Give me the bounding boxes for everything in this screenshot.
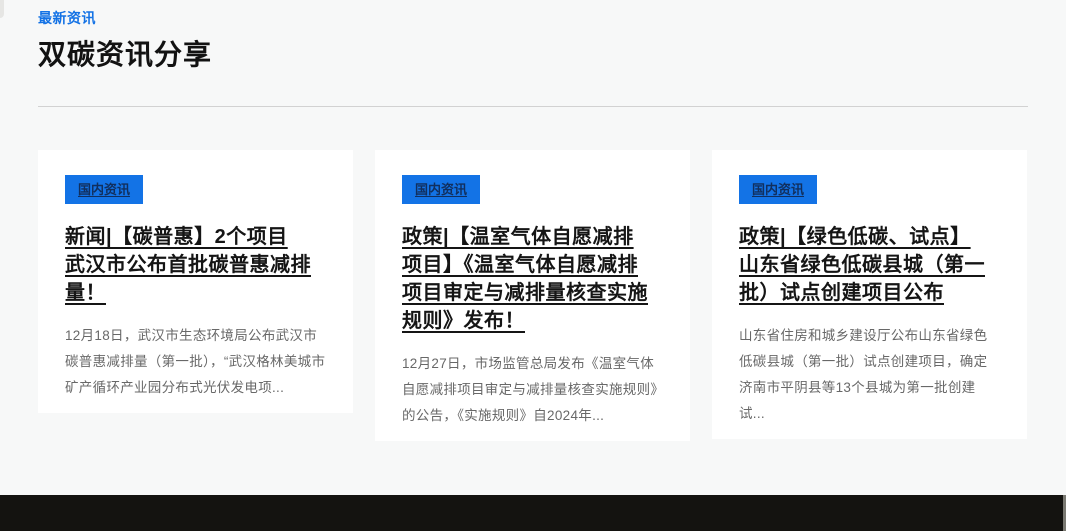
card-title-link[interactable]: 政策|【温室气体自愿减排 项目】《温室气体自愿减排 项目审定与减排量核查实施 规…: [402, 223, 663, 335]
footer-bar: [0, 495, 1066, 531]
card-excerpt: 12月27日，市场监管总局发布《温室气体自愿减排项目审定与减排量核查实施规则》的…: [402, 351, 663, 429]
card-excerpt: 12月18日，武汉市生态环境局公布武汉市碳普惠减排量（第一批），“武汉格林美城市…: [65, 323, 326, 401]
card-title-link[interactable]: 新闻|【碳普惠】2个项目 武汉市公布首批碳普惠减排 量！: [65, 223, 326, 307]
section-divider: [38, 106, 1028, 107]
card-category-badge[interactable]: 国内资讯: [65, 175, 143, 204]
news-card[interactable]: 国内资讯 政策|【绿色低碳、试点】 山东省绿色低碳县城（第一 批）试点创建项目公…: [712, 150, 1027, 439]
news-cards-row: 国内资讯 新闻|【碳普惠】2个项目 武汉市公布首批碳普惠减排 量！ 12月18日…: [38, 150, 1028, 441]
card-title-link[interactable]: 政策|【绿色低碳、试点】 山东省绿色低碳县城（第一 批）试点创建项目公布: [739, 223, 1000, 307]
card-category-badge[interactable]: 国内资讯: [402, 175, 480, 204]
card-excerpt: 山东省住房和城乡建设厅公布山东省绿色低碳县城（第一批）试点创建项目，确定济南市平…: [739, 323, 1000, 427]
news-card[interactable]: 国内资讯 新闻|【碳普惠】2个项目 武汉市公布首批碳普惠减排 量！ 12月18日…: [38, 150, 353, 413]
news-card[interactable]: 国内资讯 政策|【温室气体自愿减排 项目】《温室气体自愿减排 项目审定与减排量核…: [375, 150, 690, 441]
window-edge-artifact: [0, 0, 4, 18]
card-category-badge[interactable]: 国内资讯: [739, 175, 817, 204]
page-title: 双碳资讯分享: [38, 33, 1028, 73]
news-section: 最新资讯 双碳资讯分享 国内资讯 新闻|【碳普惠】2个项目 武汉市公布首批碳普惠…: [0, 0, 1066, 441]
page-root: { "theme": { "accent_blue": "#1372e5", "…: [0, 0, 1066, 531]
section-eyebrow: 最新资讯: [38, 8, 1028, 28]
